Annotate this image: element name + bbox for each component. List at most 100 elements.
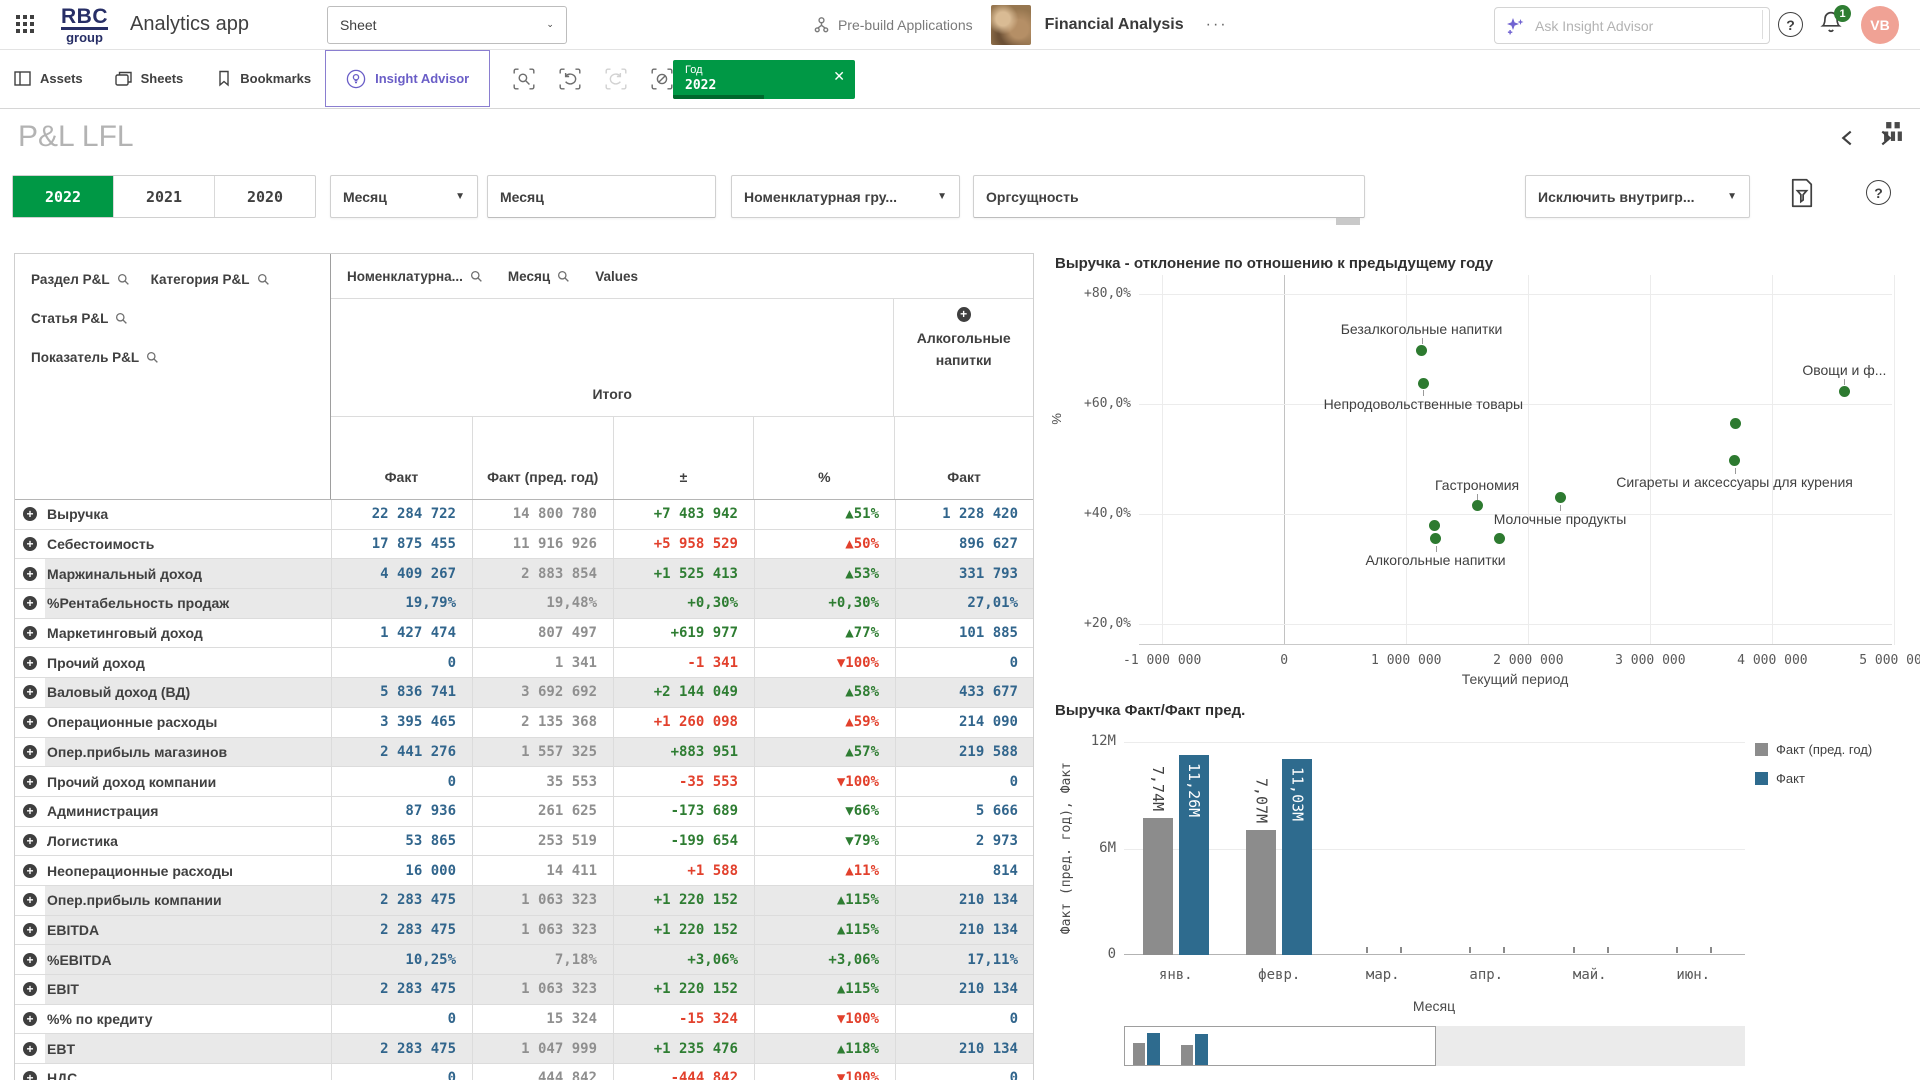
more-menu-button[interactable]: ··· bbox=[1206, 16, 1228, 34]
scatter-point[interactable] bbox=[1730, 418, 1741, 429]
expand-row-button[interactable]: + bbox=[23, 864, 37, 878]
row-label[interactable]: EBT bbox=[45, 1034, 331, 1063]
expand-row-button[interactable]: + bbox=[23, 685, 37, 699]
scatter-point[interactable] bbox=[1472, 500, 1483, 511]
next-sheet-button[interactable] bbox=[1878, 129, 1893, 147]
month-dropdown[interactable]: Месяц ▼ bbox=[330, 175, 478, 218]
step-back-selection-icon[interactable] bbox=[558, 67, 582, 91]
search-icon[interactable] bbox=[557, 270, 570, 283]
legend-item[interactable]: Факт bbox=[1755, 771, 1872, 786]
help-icon[interactable]: ? bbox=[1778, 12, 1803, 37]
prev-sheet-button[interactable] bbox=[1840, 129, 1855, 147]
row-label[interactable]: НДС bbox=[45, 1064, 331, 1080]
scatter-point[interactable] bbox=[1430, 533, 1441, 544]
expand-row-button[interactable]: + bbox=[23, 893, 37, 907]
insight-advisor-search[interactable] bbox=[1494, 7, 1770, 44]
row-label[interactable]: Опер.прибыль магазинов bbox=[45, 738, 331, 767]
expand-row-button[interactable]: + bbox=[23, 982, 37, 996]
scatter-point[interactable] bbox=[1494, 533, 1505, 544]
app-launcher-icon[interactable] bbox=[16, 15, 35, 34]
row-label[interactable]: Опер.прибыль компании bbox=[45, 886, 331, 915]
sheets-button[interactable]: Sheets bbox=[115, 71, 184, 87]
dim-razdel[interactable]: Раздел P&L bbox=[31, 272, 110, 287]
org-listbox[interactable]: Оргсущность bbox=[973, 175, 1365, 218]
dim-values[interactable]: Values bbox=[595, 269, 638, 284]
year-button-2020[interactable]: 2020 bbox=[215, 176, 315, 217]
insight-advisor-button[interactable]: Insight Advisor bbox=[325, 50, 490, 107]
expand-row-button[interactable]: + bbox=[23, 1042, 37, 1056]
row-label[interactable]: Неоперационные расходы bbox=[45, 856, 331, 885]
row-label[interactable]: Администрация bbox=[45, 797, 331, 826]
assets-button[interactable]: Assets bbox=[14, 71, 83, 86]
row-label[interactable]: Операционные расходы bbox=[45, 708, 331, 737]
year-button-2022[interactable]: 2022 bbox=[13, 176, 114, 217]
dim-kategoria[interactable]: Категория P&L bbox=[151, 272, 250, 287]
legend-item[interactable]: Факт (пред. год) bbox=[1755, 742, 1872, 757]
expand-row-button[interactable]: + bbox=[23, 775, 37, 789]
row-label[interactable]: Логистика bbox=[45, 827, 331, 856]
expand-row-button[interactable]: + bbox=[23, 507, 37, 521]
row-label[interactable]: Маркетинговый доход bbox=[45, 619, 331, 648]
row-label[interactable]: Валовый доход (ВД) bbox=[45, 678, 331, 707]
year-button-2021[interactable]: 2021 bbox=[114, 176, 215, 217]
notifications-bell-icon[interactable]: 1 bbox=[1820, 10, 1842, 34]
scatter-point[interactable] bbox=[1429, 520, 1440, 531]
step-forward-selection-icon[interactable] bbox=[604, 67, 628, 91]
clear-selections-icon[interactable] bbox=[650, 67, 674, 91]
row-label[interactable]: EBITDA bbox=[45, 916, 331, 945]
scatter-point[interactable] bbox=[1416, 345, 1427, 356]
bar-prev-year[interactable] bbox=[1143, 818, 1173, 955]
expand-row-button[interactable]: + bbox=[23, 596, 37, 610]
scatter-point[interactable] bbox=[1555, 492, 1566, 503]
row-label[interactable]: EBIT bbox=[45, 975, 331, 1004]
bookmark-filter-icon[interactable] bbox=[1789, 178, 1815, 208]
expand-row-button[interactable]: + bbox=[23, 804, 37, 818]
dim-pokazatel[interactable]: Показатель P&L bbox=[31, 350, 139, 365]
scatter-point[interactable] bbox=[1729, 455, 1740, 466]
expand-row-button[interactable]: + bbox=[23, 626, 37, 640]
search-selections-icon[interactable] bbox=[512, 67, 536, 91]
expand-row-button[interactable]: + bbox=[23, 656, 37, 670]
bookmarks-button[interactable]: Bookmarks bbox=[217, 70, 311, 87]
row-label[interactable]: Прочий доход компании bbox=[45, 767, 331, 796]
chart-range-navigator[interactable] bbox=[1124, 1026, 1745, 1066]
avatar[interactable]: VB bbox=[1861, 6, 1899, 44]
row-label[interactable]: %Рентабельность продаж bbox=[45, 589, 331, 618]
search-icon[interactable] bbox=[117, 273, 130, 286]
search-icon[interactable] bbox=[115, 312, 128, 325]
expand-row-button[interactable]: + bbox=[23, 1071, 37, 1080]
row-label[interactable]: Прочий доход bbox=[45, 648, 331, 677]
expand-row-button[interactable]: + bbox=[23, 923, 37, 937]
search-icon[interactable] bbox=[257, 273, 270, 286]
navigator-selected-range[interactable] bbox=[1124, 1026, 1436, 1066]
month-listbox[interactable]: Месяц bbox=[487, 175, 716, 218]
row-label[interactable]: %EBITDA bbox=[45, 945, 331, 974]
row-label[interactable]: Маржинальный доход bbox=[45, 559, 331, 588]
row-label[interactable]: Себестоимость bbox=[45, 530, 331, 559]
listbox-scroll-thumb[interactable] bbox=[1336, 218, 1360, 225]
scatter-point[interactable] bbox=[1418, 378, 1429, 389]
row-label[interactable]: Выручка bbox=[45, 500, 331, 529]
search-icon[interactable] bbox=[470, 270, 483, 283]
expand-row-button[interactable]: + bbox=[23, 567, 37, 581]
chip-close-icon[interactable]: ✕ bbox=[833, 68, 845, 85]
dim-mesyac[interactable]: Месяц bbox=[508, 269, 550, 284]
expand-row-button[interactable]: + bbox=[23, 953, 37, 967]
selection-chip-year[interactable]: Год 2022 ✕ bbox=[673, 60, 855, 99]
expand-row-button[interactable]: + bbox=[23, 715, 37, 729]
dim-nomenklatura[interactable]: Номенклатурна... bbox=[347, 269, 463, 284]
search-icon[interactable] bbox=[146, 351, 159, 364]
dim-statya[interactable]: Статья P&L bbox=[31, 311, 108, 326]
expand-row-button[interactable]: + bbox=[23, 745, 37, 759]
row-label[interactable]: %% по кредиту bbox=[45, 1005, 331, 1034]
sheet-help-icon[interactable]: ? bbox=[1866, 180, 1891, 205]
bar-prev-year[interactable] bbox=[1246, 830, 1276, 955]
expand-row-button[interactable]: + bbox=[23, 537, 37, 551]
sheet-dropdown[interactable]: Sheet ⌄ bbox=[327, 6, 567, 44]
nomenclature-dropdown[interactable]: Номенклатурная гру... ▼ bbox=[731, 175, 960, 218]
scatter-point[interactable] bbox=[1839, 386, 1850, 397]
exclude-intragroup-dropdown[interactable]: Исключить внутригр... ▼ bbox=[1525, 175, 1750, 218]
expand-column-button[interactable]: + bbox=[957, 307, 971, 322]
expand-row-button[interactable]: + bbox=[23, 1012, 37, 1026]
expand-row-button[interactable]: + bbox=[23, 834, 37, 848]
